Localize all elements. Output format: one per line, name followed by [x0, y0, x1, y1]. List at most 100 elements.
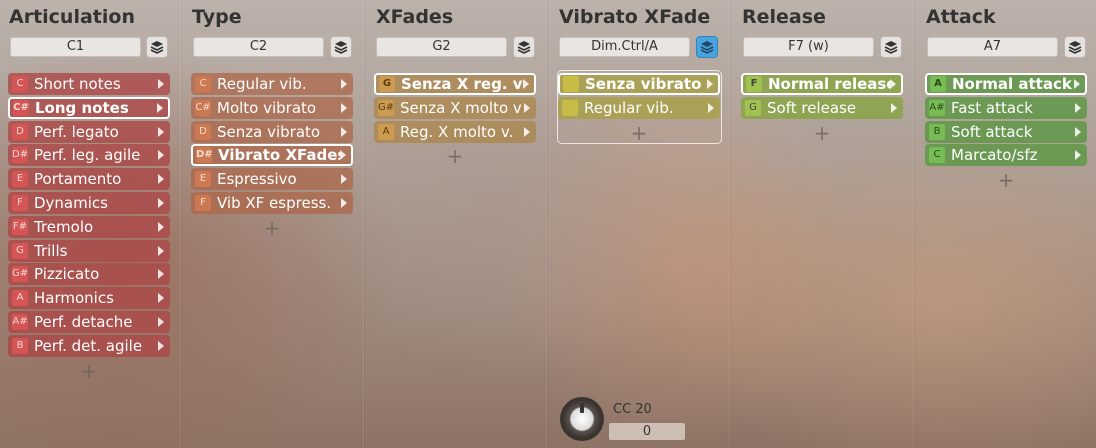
xfades-column: XFades G2 G Senza X reg. vib G# Senza X mo…: [365, 0, 547, 448]
layers-icon[interactable]: [513, 36, 535, 58]
list-item[interactable]: C Marcato/sfz: [925, 144, 1087, 167]
layers-icon[interactable]: [1064, 36, 1086, 58]
chevron-right-icon: [524, 126, 530, 137]
key-switch-field[interactable]: C2: [193, 37, 324, 57]
item-label: Pizzicato: [34, 265, 100, 284]
key-switch-field[interactable]: F7 (w): [743, 37, 874, 57]
item-label: Soft attack: [951, 122, 1033, 141]
list-item[interactable]: F Dynamics: [8, 191, 170, 214]
key-label: C#: [195, 99, 211, 116]
list-item[interactable]: A# Fast attack: [925, 96, 1087, 119]
chevron-right-icon: [158, 197, 164, 208]
chevron-right-icon: [158, 126, 164, 137]
column-title: XFades: [376, 6, 454, 28]
item-label: Senza X molto v: [400, 98, 522, 117]
layers-icon[interactable]: [880, 36, 902, 58]
list-item[interactable]: D# Perf. leg. agile: [8, 144, 170, 167]
plus-icon[interactable]: +: [374, 144, 536, 168]
item-label: Regular vib.: [584, 98, 674, 117]
item-label: Perf. det. agile: [34, 336, 143, 355]
plus-icon[interactable]: +: [741, 121, 903, 145]
plus-icon[interactable]: +: [925, 168, 1087, 192]
key-label: G: [12, 242, 28, 259]
key-switch-field[interactable]: G2: [376, 37, 507, 57]
type-column: Type C2 C Regular vib. C# Molto vibrato DS…: [182, 0, 364, 448]
column-title: Attack: [926, 6, 996, 28]
chevron-right-icon: [524, 102, 530, 113]
item-label: Soft release: [767, 98, 857, 117]
chevron-right-icon: [158, 340, 164, 351]
key-label: G: [745, 99, 761, 116]
item-label: Senza X reg. vib: [401, 75, 523, 93]
key-label: F: [746, 76, 762, 92]
layers-icon[interactable]: [330, 36, 352, 58]
chevron-right-icon: [341, 174, 347, 185]
key-label: B: [12, 337, 28, 354]
list-item[interactable]: C Short notes: [8, 73, 170, 95]
list-item-selected[interactable]: D# Vibrato XFades: [191, 144, 353, 167]
key-label: F: [195, 194, 211, 211]
list-item[interactable]: B Perf. det. agile: [8, 334, 170, 357]
column-title: Vibrato XFade: [559, 6, 711, 28]
list-item[interactable]: G# Pizzicato: [8, 263, 170, 286]
item-label: Harmonics: [34, 289, 114, 308]
list-item[interactable]: C# Molto vibrato: [191, 96, 353, 119]
column-title: Release: [742, 6, 826, 28]
key-label: E: [12, 171, 28, 188]
item-label: Normal release: [768, 75, 890, 93]
plus-icon[interactable]: +: [8, 359, 170, 383]
list-item[interactable]: D Perf. legato: [8, 120, 170, 143]
chevron-right-icon: [158, 221, 164, 232]
key-label: D#: [12, 147, 28, 164]
list-item[interactable]: E Portamento: [8, 168, 170, 191]
column-title: Type: [192, 6, 242, 28]
key-switch-field[interactable]: Dim.Ctrl/A: [559, 37, 690, 57]
key-switch-field[interactable]: A7: [927, 37, 1058, 57]
list-item[interactable]: E Espressivo: [191, 168, 353, 191]
key-label: C: [12, 76, 28, 92]
attack-column: Attack A7 A Normal attack A# Fast attack B…: [915, 0, 1096, 448]
list-item-selected[interactable]: Senza vibrato: [558, 73, 720, 95]
list-item[interactable]: C Regular vib.: [191, 73, 353, 95]
list-item-selected[interactable]: G Senza X reg. vib: [374, 73, 536, 95]
chevron-right-icon: [890, 79, 896, 89]
plus-icon[interactable]: +: [558, 121, 720, 145]
column-title: Articulation: [9, 6, 135, 28]
list-item[interactable]: G Soft release: [741, 96, 903, 119]
list-item[interactable]: A# Perf. detache: [8, 310, 170, 333]
list-item[interactable]: F# Tremolo: [8, 215, 170, 238]
key-label: A#: [12, 313, 28, 330]
list-item[interactable]: A Reg. X molto v.: [374, 120, 536, 143]
list-item[interactable]: B Soft attack: [925, 120, 1087, 143]
key-label: D: [12, 123, 28, 140]
list-item-selected[interactable]: F Normal release: [741, 73, 903, 95]
layers-icon[interactable]: [146, 36, 168, 58]
cc-value-field[interactable]: 0: [609, 423, 685, 440]
plus-icon[interactable]: +: [191, 216, 353, 240]
chevron-right-icon: [341, 126, 347, 137]
chevron-right-icon: [707, 79, 713, 89]
list-item[interactable]: Regular vib.: [558, 96, 720, 119]
key-label: A#: [929, 99, 945, 116]
item-label: Espressivo: [217, 170, 297, 189]
knob-indicator: [580, 403, 584, 413]
list-item[interactable]: G Trills: [8, 239, 170, 262]
list-item[interactable]: A Harmonics: [8, 287, 170, 310]
item-label: Perf. legato: [34, 122, 119, 141]
key-label: F: [12, 194, 28, 211]
key-switch-field[interactable]: C1: [10, 37, 141, 57]
list-item[interactable]: D Senza vibrato: [191, 120, 353, 143]
layers-icon[interactable]: [696, 36, 718, 58]
cc-label: CC 20: [613, 402, 652, 417]
item-label: Regular vib.: [217, 75, 307, 93]
list-item-selected[interactable]: C# Long notes: [8, 96, 170, 119]
item-label: Senza vibrato: [585, 75, 702, 93]
list-item[interactable]: G# Senza X molto v: [374, 96, 536, 119]
list-item[interactable]: F Vib XF espress.: [191, 191, 353, 214]
chevron-right-icon: [158, 150, 164, 161]
chevron-right-icon: [340, 150, 346, 161]
chevron-right-icon: [158, 174, 164, 185]
key-label: F#: [12, 218, 28, 235]
item-label: Trills: [34, 241, 68, 260]
list-item-selected[interactable]: A Normal attack: [925, 73, 1087, 95]
